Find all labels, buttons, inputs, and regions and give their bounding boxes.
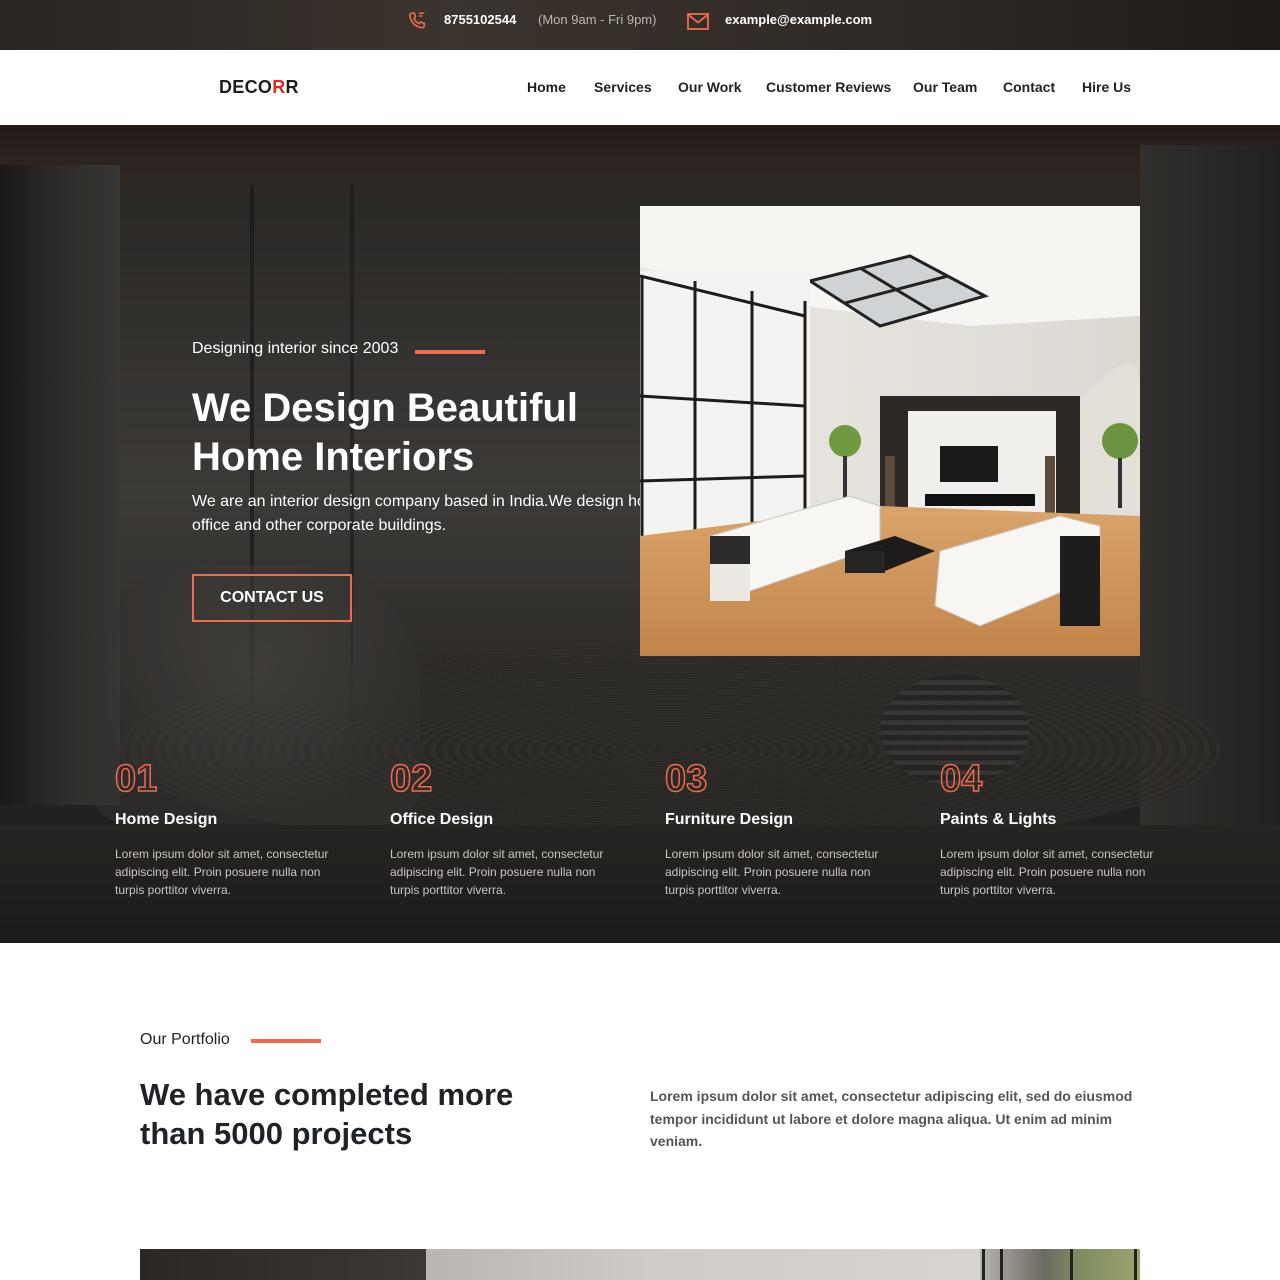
service-card: 04 Paints & Lights Lorem ipsum dolor sit…	[939, 757, 1180, 899]
contact-us-button[interactable]: CONTACT US	[192, 574, 352, 622]
service-card: 02 Office Design Lorem ipsum dolor sit a…	[389, 757, 630, 899]
logo-text: DECO	[219, 77, 273, 97]
site-logo[interactable]: DECORR	[219, 77, 299, 98]
hero-description-line-2: office and other corporate buildings.	[192, 517, 447, 534]
logo-accent-letter: R	[272, 77, 286, 97]
gallery-window-frame	[1000, 1249, 1003, 1280]
service-text: Lorem ipsum dolor sit amet, consectetur …	[115, 847, 329, 897]
hero-section: Designing interior since 2003 We Design …	[0, 125, 1280, 943]
phone-number[interactable]: 8755102544	[444, 12, 516, 27]
service-title: Home Design	[115, 811, 218, 828]
email-address[interactable]: example@example.com	[725, 12, 872, 27]
hero-tagline: Designing interior since 2003	[192, 340, 399, 357]
nav-customer-reviews[interactable]: Customer Reviews	[766, 79, 891, 95]
nav-our-work[interactable]: Our Work	[678, 79, 742, 95]
gallery-image[interactable]	[140, 1249, 426, 1280]
service-number: 02	[389, 757, 433, 801]
portfolio-text: Lorem ipsum dolor sit amet, consectetur …	[650, 1088, 1133, 1149]
service-text: Lorem ipsum dolor sit amet, consectetur …	[940, 847, 1154, 897]
portfolio-gallery	[140, 1249, 1140, 1280]
nav-contact[interactable]: Contact	[1003, 79, 1055, 95]
gallery-window-frame	[1134, 1249, 1137, 1280]
gallery-window-frame	[1070, 1249, 1073, 1280]
portfolio-title: We have completed more than 5000 project…	[140, 1077, 514, 1151]
nav-our-team[interactable]: Our Team	[913, 79, 977, 95]
portfolio-label: Our Portfolio	[140, 1031, 230, 1048]
service-title: Paints & Lights	[940, 811, 1057, 828]
living-room-illustration	[640, 206, 1140, 656]
hero-description: We are an interior design company based …	[192, 490, 647, 538]
business-hours: (Mon 9am - Fri 9pm)	[538, 12, 657, 27]
hero-room-image	[640, 206, 1140, 656]
top-contact-bar: 8755102544 (Mon 9am - Fri 9pm) example@e…	[0, 0, 1280, 50]
service-number: 03	[664, 757, 708, 801]
hero-title: We Design Beautiful Home Interiors	[192, 386, 578, 479]
portfolio-accent-line	[251, 1039, 321, 1043]
service-title: Office Design	[390, 811, 494, 828]
services-row: 01 Home Design Lorem ipsum dolor sit ame…	[0, 757, 1280, 937]
service-number: 04	[939, 757, 983, 801]
gallery-image[interactable]	[426, 1249, 980, 1280]
nav-services[interactable]: Services	[594, 79, 652, 95]
logo-text-end: R	[285, 77, 299, 97]
tagline-accent-line	[415, 350, 485, 354]
hero-description-line-1: We are an interior design company based …	[192, 493, 647, 510]
service-title: Furniture Design	[665, 811, 794, 828]
main-navbar: DECORR Home Services Our Work Customer R…	[0, 50, 1280, 125]
gallery-image[interactable]	[980, 1249, 1140, 1280]
service-card: 01 Home Design Lorem ipsum dolor sit ame…	[114, 757, 355, 899]
gallery-window-frame	[982, 1249, 985, 1280]
mail-icon	[687, 13, 709, 30]
service-text: Lorem ipsum dolor sit amet, consectetur …	[390, 847, 604, 897]
service-number: 01	[114, 757, 158, 801]
nav-hire-us[interactable]: Hire Us	[1082, 79, 1131, 95]
phone-icon	[409, 12, 426, 29]
service-text: Lorem ipsum dolor sit amet, consectetur …	[665, 847, 879, 897]
nav-home[interactable]: Home	[527, 79, 566, 95]
service-card: 03 Furniture Design Lorem ipsum dolor si…	[664, 757, 905, 899]
